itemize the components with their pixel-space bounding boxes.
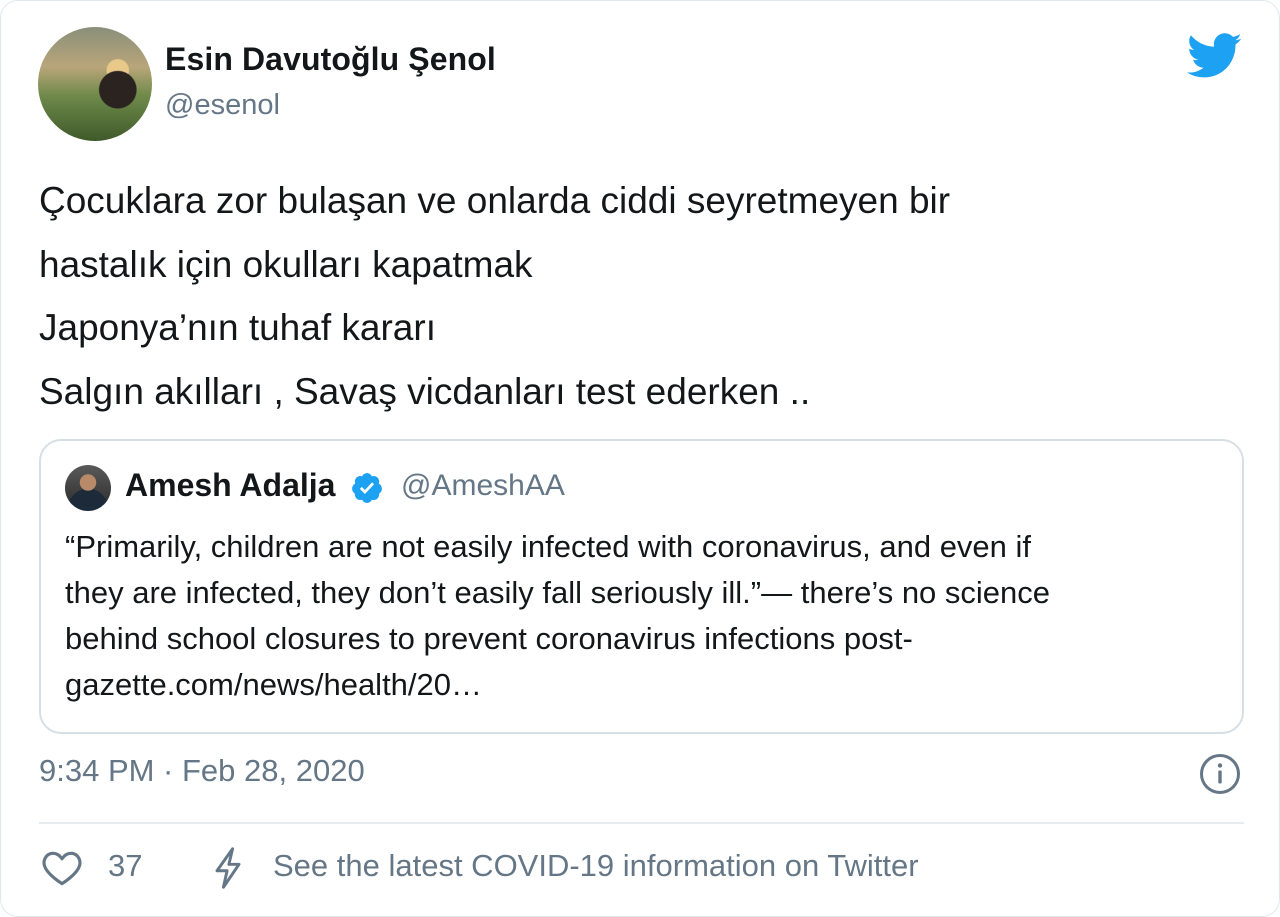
- quoted-line: they are infected, they don’t easily fal…: [65, 575, 1051, 610]
- quoted-author-name: Amesh Adalja: [125, 467, 336, 503]
- lightning-bolt-icon[interactable]: [213, 846, 243, 890]
- verified-badge-icon: [352, 473, 382, 503]
- like-count[interactable]: 37: [108, 848, 142, 884]
- author-handle[interactable]: @esenol: [165, 89, 280, 122]
- quoted-text: “Primarily, children are not easily infe…: [65, 524, 1225, 708]
- quoted-line: “Primarily, children are not easily infe…: [65, 529, 1032, 564]
- author-name[interactable]: Esin Davutoğlu Şenol: [165, 41, 496, 78]
- covid-info-link[interactable]: See the latest COVID-19 information on T…: [273, 848, 919, 884]
- quoted-author-handle: @AmeshAA: [401, 469, 565, 502]
- info-icon[interactable]: [1199, 753, 1241, 795]
- tweet-card: Esin Davutoğlu Şenol @esenol Çocuklara z…: [0, 0, 1280, 917]
- tweet-line: hastalık için okulları kapatmak: [39, 243, 533, 285]
- tweet-text: Çocuklara zor bulaşan ve onlarda ciddi s…: [39, 169, 1239, 423]
- quoted-line: behind school closures to prevent corona…: [65, 621, 913, 656]
- quoted-tweet[interactable]: Amesh Adalja @AmeshAA “Primarily, childr…: [39, 439, 1244, 734]
- tweet-timestamp[interactable]: 9:34 PM · Feb 28, 2020: [39, 753, 365, 789]
- quoted-line[interactable]: gazette.com/news/health/20…: [65, 662, 1225, 708]
- divider: [39, 822, 1244, 824]
- quoted-author-avatar: [65, 465, 111, 511]
- heart-icon[interactable]: [41, 847, 83, 887]
- tweet-line: Çocuklara zor bulaşan ve onlarda ciddi s…: [39, 180, 951, 221]
- tweet-line: Salgın akılları , Savaş vicdanları test …: [39, 370, 811, 412]
- author-avatar[interactable]: [38, 27, 152, 141]
- tweet-line: Japonya’nın tuhaf kararı: [39, 307, 436, 348]
- twitter-bird-icon[interactable]: [1187, 33, 1243, 79]
